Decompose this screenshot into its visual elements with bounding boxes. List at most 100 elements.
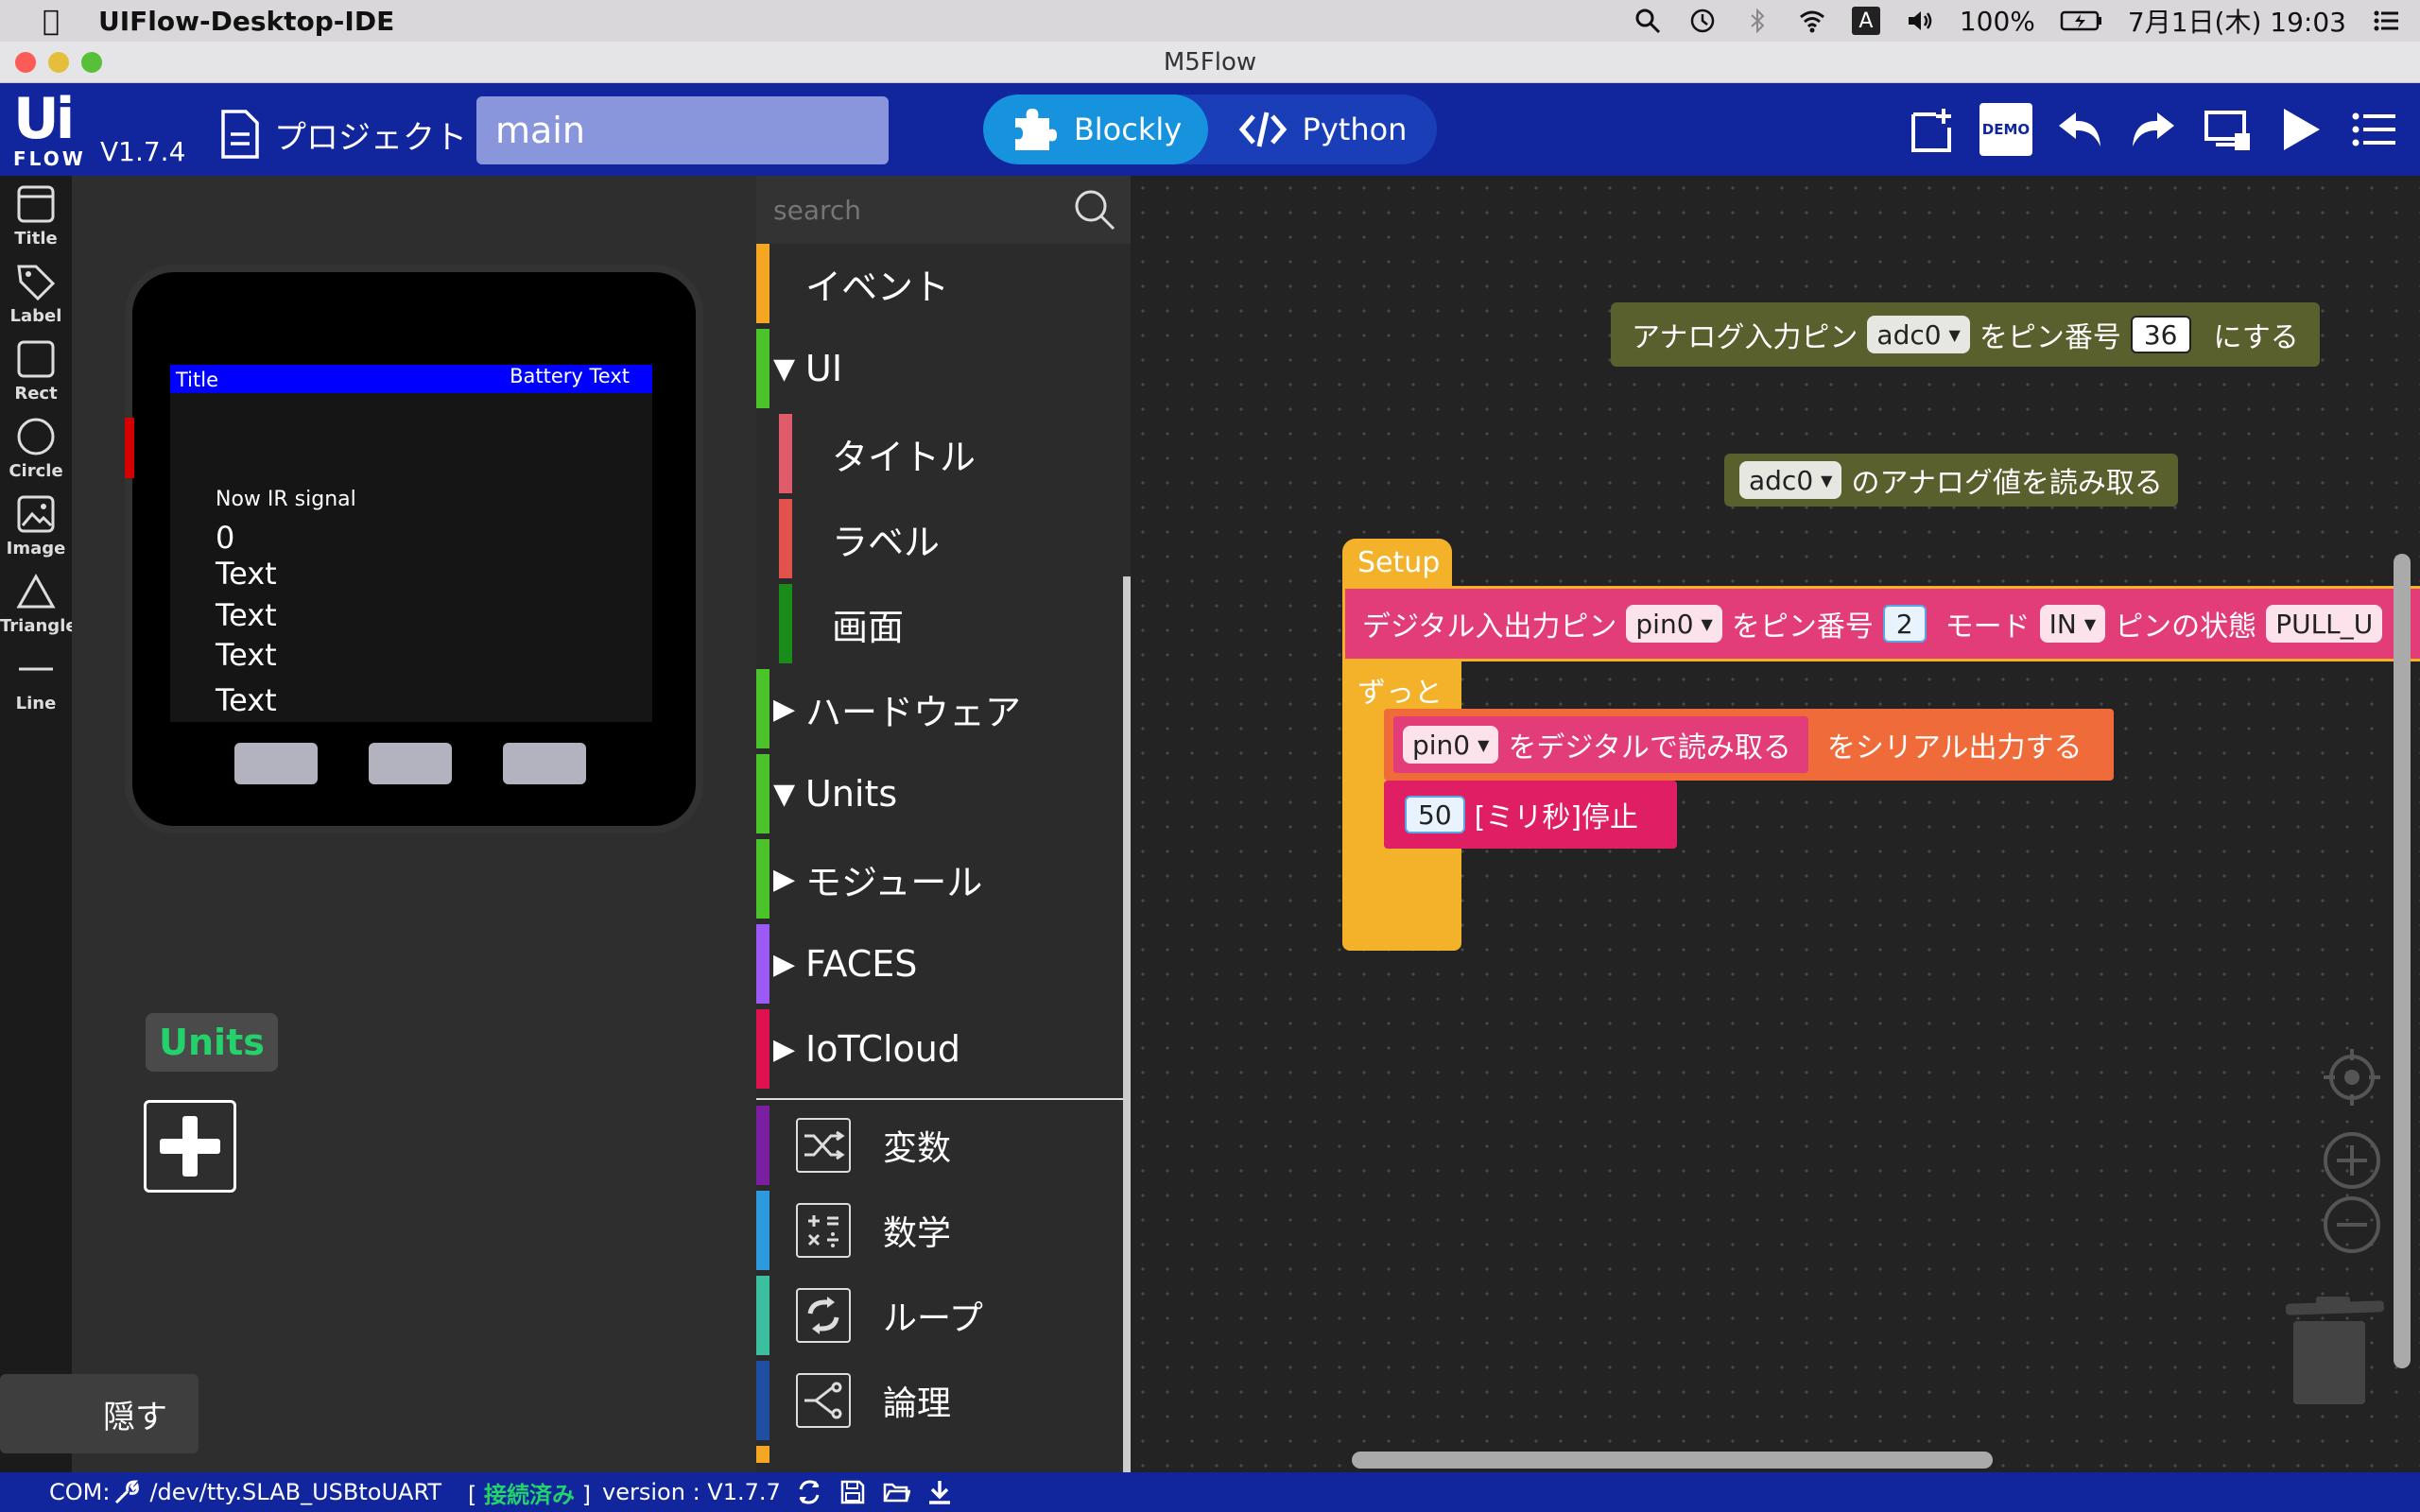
pin-state-dropdown[interactable]: PULL_U [2266, 605, 2383, 643]
apple-menu-icon[interactable]:  [23, 5, 79, 38]
tab-blockly[interactable]: Blockly [983, 94, 1208, 164]
digital-pin-dropdown[interactable]: pin0 ▼ [1626, 605, 1722, 643]
app-menu-name[interactable]: UIFlow-Desktop-IDE [98, 6, 394, 37]
serial-port[interactable]: /dev/tty.SLAB_USBtoUART [149, 1479, 441, 1505]
redo-button[interactable] [2127, 103, 2180, 156]
open-folder-icon[interactable] [881, 1477, 911, 1507]
toolstrip-line[interactable]: Line [0, 648, 72, 713]
search-icon[interactable] [1072, 187, 1117, 232]
screen-label[interactable]: 0 [216, 520, 234, 556]
refresh-icon[interactable] [794, 1477, 824, 1507]
blockly-workspace[interactable]: アナログ入力ピン adc0 ▼ をピン番号 36 にする adc0 ▼ のアナログ値… [1131, 176, 2420, 1472]
device-screen[interactable]: Title Battery Text Now IR signal 0 Text … [170, 365, 652, 722]
toolstrip-triangle[interactable]: Triangle [0, 571, 78, 636]
category-units[interactable]: ▼ Units [756, 754, 1131, 833]
save-icon[interactable] [838, 1477, 868, 1507]
bluetooth-icon[interactable] [1742, 6, 1772, 36]
category-title[interactable]: タイトル [756, 414, 1131, 493]
wait-ms-number-input[interactable]: 50 [1405, 796, 1465, 833]
demo-button[interactable]: DEMO [1979, 103, 2032, 156]
analog-read-pin-dropdown[interactable]: adc0 ▼ [1739, 461, 1842, 499]
category-ui[interactable]: ▼ UI [756, 329, 1131, 408]
device-settings-button[interactable] [2201, 103, 2254, 156]
block-analog-read[interactable]: adc0 ▼ のアナログ値を読み取る [1724, 454, 2178, 507]
wifi-icon[interactable] [1797, 6, 1827, 36]
analog-pin-dropdown[interactable]: adc0 ▼ [1867, 316, 1970, 353]
block-digital-read[interactable]: pin0 ▼ をデジタルで読み取る [1393, 716, 1808, 773]
category-faces[interactable]: ▶ FACES [756, 924, 1131, 1004]
toolstrip-label: Title [14, 229, 58, 249]
input-method-icon[interactable]: A [1851, 7, 1880, 35]
zoom-out-button[interactable] [2322, 1194, 2382, 1255]
line-icon [19, 667, 53, 671]
digital-read-pin-dropdown[interactable]: pin0 ▼ [1403, 726, 1499, 764]
tab-python[interactable]: Python [1208, 94, 1437, 164]
block-serial-print[interactable]: pin0 ▼ をデジタルで読み取る をシリアル出力する [1384, 709, 2114, 781]
category-hardware[interactable]: ▶ ハードウェア [756, 669, 1131, 748]
category-events[interactable]: イベント [756, 244, 1131, 323]
digital-pin-number-input[interactable]: 2 [1882, 605, 1927, 643]
undo-button[interactable] [2053, 103, 2106, 156]
block-analog-pin-setup[interactable]: アナログ入力ピン adc0 ▼ をピン番号 36 にする [1611, 302, 2320, 367]
download-icon[interactable] [925, 1477, 955, 1507]
collapsed-arrow-icon: ▶ [773, 862, 796, 896]
screen-label[interactable]: Now IR signal [216, 488, 356, 511]
run-button[interactable] [2274, 103, 2327, 156]
toolstrip-rect[interactable]: Rect [0, 338, 72, 404]
collapsed-arrow-icon: ▶ [773, 1032, 796, 1066]
add-unit-button[interactable] [144, 1100, 236, 1193]
notification-center-icon[interactable] [2371, 6, 2401, 36]
window-minimize-button[interactable] [48, 52, 69, 73]
block-wait-ms[interactable]: 50 [ミリ秒]停止 [1384, 781, 1677, 849]
screen-label[interactable]: Text [216, 637, 277, 673]
screen-title-bar[interactable]: Title Battery Text [170, 365, 652, 393]
category-math[interactable]: 数学 [756, 1191, 1131, 1270]
volume-icon[interactable] [1905, 6, 1935, 36]
loop-icon [796, 1288, 851, 1343]
new-file-button[interactable] [1906, 103, 1959, 156]
toolstrip-image[interactable]: Image [0, 493, 72, 558]
analog-pin-number-input[interactable]: 36 [2130, 316, 2191, 353]
screen-label[interactable]: Text [216, 682, 277, 718]
time-machine-icon[interactable] [1687, 6, 1718, 36]
workspace-vertical-scrollbar[interactable] [2394, 554, 2411, 1368]
window-maximize-button[interactable] [81, 52, 102, 73]
menu-button[interactable] [2348, 103, 2401, 156]
category-label[interactable]: ラベル [756, 499, 1131, 578]
project-label: プロジェクト [274, 118, 467, 157]
demo-label: DEMO [1979, 103, 2032, 156]
wrench-icon[interactable] [112, 1477, 142, 1507]
category-iotcloud[interactable]: ▶ IoTCloud [756, 1009, 1131, 1089]
spotlight-search-icon[interactable] [1633, 6, 1663, 36]
toolstrip-title[interactable]: Title [0, 183, 72, 249]
trash-can[interactable] [2267, 1297, 2399, 1410]
block-setup-hat[interactable]: Setup [1342, 539, 1452, 586]
block-digital-pin-setup[interactable]: デジタル入出力ピン pin0 ▼ をピン番号 2 モード IN ▼ ピンの状態 PU… [1342, 586, 2420, 662]
category-loops[interactable]: ループ [756, 1276, 1131, 1355]
screen-label[interactable]: Text [216, 556, 277, 592]
menubar-clock[interactable]: 7月1日(木) 19:03 [2128, 2, 2346, 40]
toolstrip-label-item[interactable]: Label [0, 261, 72, 326]
device-button-b[interactable] [369, 743, 452, 784]
category-screen[interactable]: 画面 [756, 584, 1131, 663]
toolstrip-circle[interactable]: Circle [0, 416, 72, 481]
zoom-in-button[interactable] [2322, 1130, 2382, 1191]
file-name-input[interactable] [476, 96, 889, 164]
project-button[interactable]: プロジェクト [219, 106, 467, 163]
category-modules[interactable]: ▶ モジュール [756, 839, 1131, 919]
palette-scrollbar[interactable] [1123, 576, 1131, 1478]
hide-button[interactable]: 隠す [0, 1374, 199, 1453]
tab-blockly-label: Blockly [1073, 112, 1183, 147]
battery-charging-icon[interactable] [2060, 6, 2103, 36]
header-toolbar: DEMO [1906, 100, 2401, 159]
pin-mode-dropdown[interactable]: IN ▼ [2039, 605, 2106, 643]
device-button-a[interactable] [234, 743, 318, 784]
app-header: Ui FLOW V1.7.4 プロジェクト Blockly Python DEM… [0, 83, 2420, 176]
screen-label[interactable]: Text [216, 597, 277, 633]
category-variables[interactable]: 変数 [756, 1106, 1131, 1185]
center-workspace-button[interactable] [2322, 1047, 2382, 1108]
category-logic[interactable]: 論理 [756, 1361, 1131, 1440]
workspace-horizontal-scrollbar[interactable] [1352, 1452, 1993, 1469]
window-close-button[interactable] [15, 52, 36, 73]
device-button-c[interactable] [503, 743, 586, 784]
